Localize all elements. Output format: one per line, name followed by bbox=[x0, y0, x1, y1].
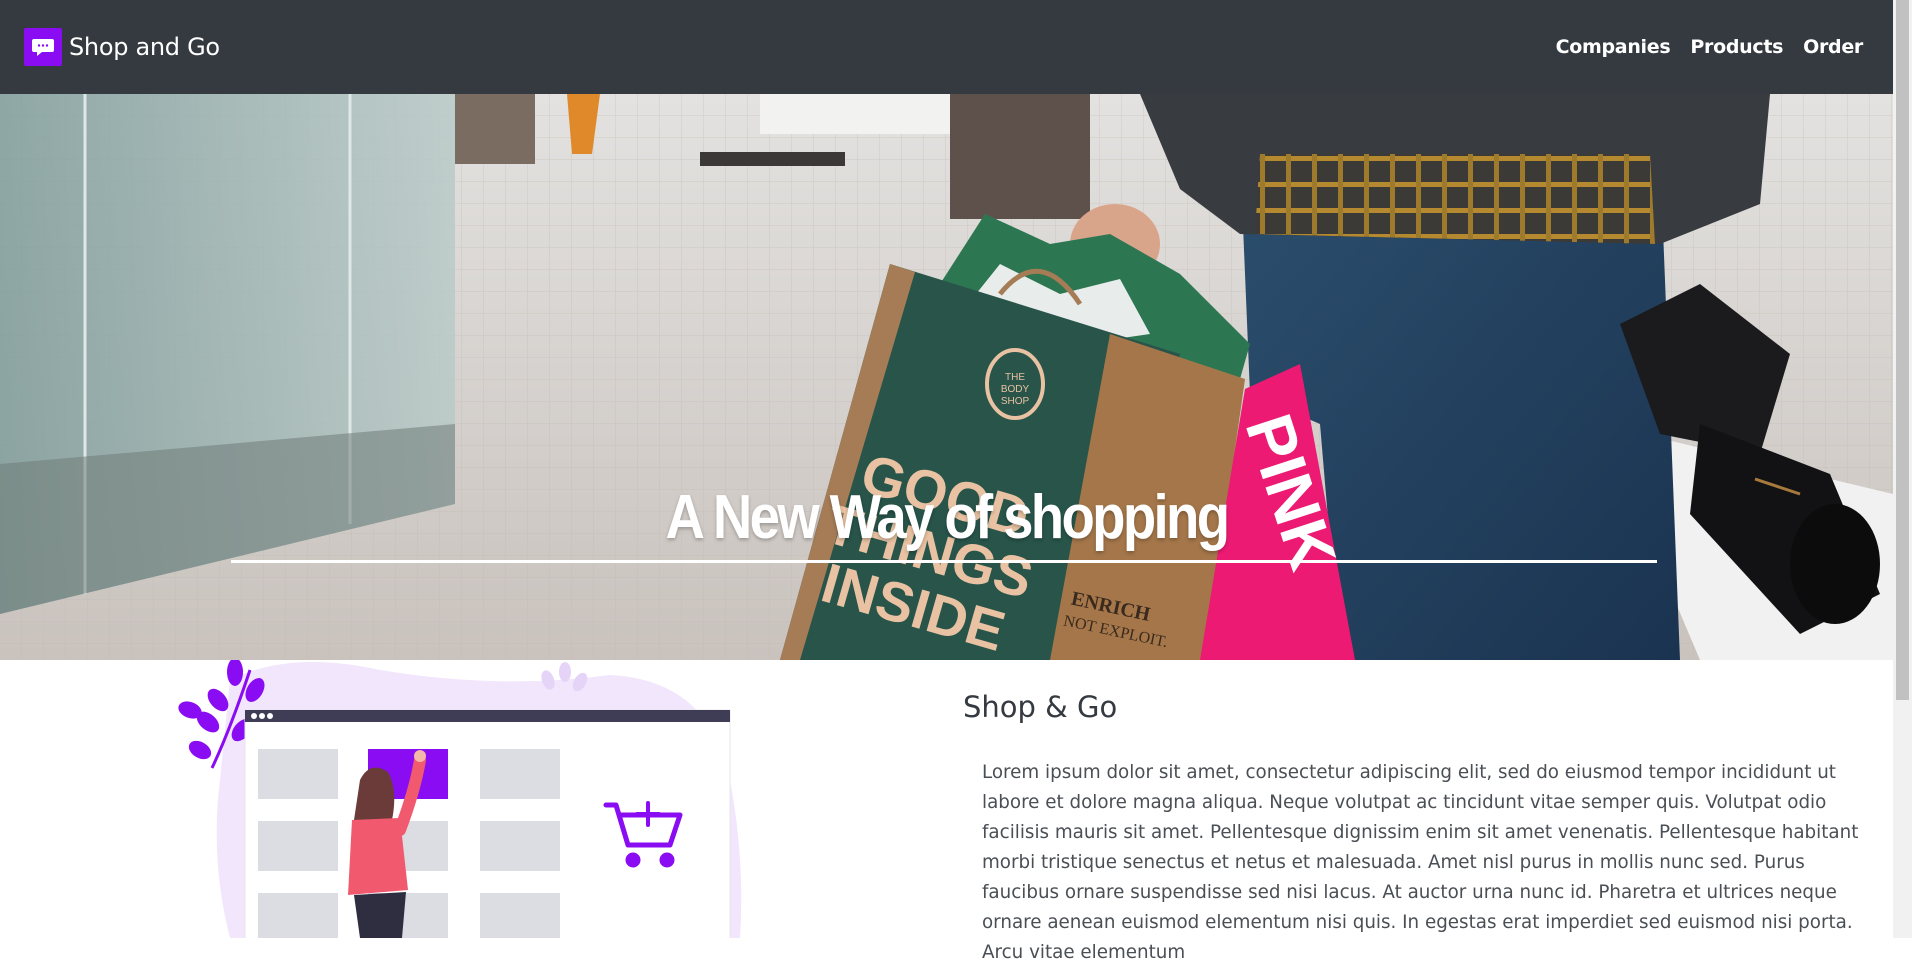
svg-text:BODY: BODY bbox=[1001, 384, 1030, 395]
brand-link[interactable]: Shop and Go bbox=[24, 28, 220, 66]
nav-link-companies[interactable]: Companies bbox=[1556, 36, 1671, 58]
page-scrollbar[interactable] bbox=[1893, 0, 1912, 938]
hero-divider bbox=[231, 560, 1657, 563]
hero-banner: THE BODY SHOP GOOD THINGS INSIDE ENRICH … bbox=[0, 94, 1893, 660]
nav-link-products[interactable]: Products bbox=[1690, 36, 1783, 58]
nav-links: Companies Products Order bbox=[1536, 36, 1864, 58]
hero-title: A New Way of shopping bbox=[665, 483, 1231, 552]
online-shopping-illustration bbox=[178, 660, 742, 938]
section-body-text: Lorem ipsum dolor sit amet, consectetur … bbox=[982, 762, 1859, 963]
brand-name: Shop and Go bbox=[69, 33, 220, 61]
svg-text:SHOP: SHOP bbox=[1001, 396, 1030, 407]
scrollbar-thumb[interactable] bbox=[1896, 0, 1909, 700]
svg-text:THE: THE bbox=[1005, 372, 1025, 383]
nav-link-order[interactable]: Order bbox=[1803, 36, 1863, 58]
navbar: Shop and Go Companies Products Order bbox=[0, 0, 1893, 94]
brand-logo-icon bbox=[24, 28, 62, 66]
section-title: Shop & Go bbox=[963, 690, 1118, 724]
hero-shopping-photo: THE BODY SHOP GOOD THINGS INSIDE ENRICH … bbox=[0, 94, 1893, 660]
